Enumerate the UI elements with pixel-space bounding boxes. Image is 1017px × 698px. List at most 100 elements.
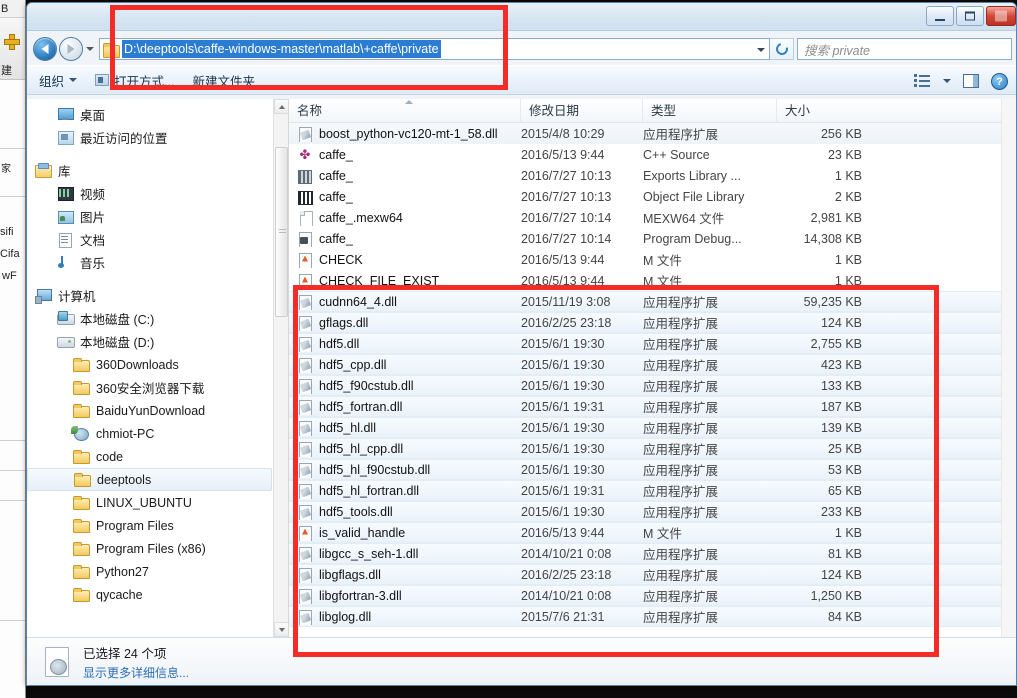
cpp-source-icon: ✤ (299, 146, 311, 162)
column-header-date[interactable]: 修改日期 (521, 99, 643, 123)
table-row[interactable]: libgflags.dll 2016/2/25 23:18 应用程序扩展 124 KB (289, 564, 1016, 585)
dll-icon (297, 567, 313, 583)
organize-button[interactable]: 组织 (39, 71, 78, 90)
table-row[interactable]: libgcc_s_seh-1.dll 2014/10/21 0:08 应用程序扩展 8… (289, 543, 1016, 564)
status-details-link[interactable]: 显示更多详细信息... (83, 664, 189, 681)
drive-icon (57, 334, 75, 349)
forward-button[interactable] (59, 37, 83, 61)
nav-scroll-down-button[interactable] (274, 622, 288, 637)
table-row[interactable]: cudnn64_4.dll 2015/11/19 3:08 应用程序扩展 59,235… (289, 291, 1016, 312)
sidebar-item-本地磁盘 (D:)[interactable]: 本地磁盘 (D:) (27, 330, 288, 353)
address-bar[interactable]: D:\deeptools\caffe-windows-master\matlab… (99, 38, 770, 60)
sidebar-item-chmiot-PC[interactable]: chmiot-PC (27, 422, 288, 445)
sidebar-item-BaiduYunDownload[interactable]: BaiduYunDownload (27, 399, 288, 422)
sidebar-item-文档[interactable]: 文档 (27, 228, 288, 251)
table-row[interactable]: libgfortran-3.dll 2014/10/21 0:08 应用程序扩展 1,… (289, 585, 1016, 606)
column-header-name[interactable]: 名称 (289, 99, 521, 123)
help-icon[interactable]: ? (991, 72, 1008, 90)
file-type: 应用程序扩展 (643, 485, 719, 499)
table-row[interactable]: libglog.dll 2015/7/6 21:31 应用程序扩展 84 KB (289, 606, 1016, 627)
column-header-type[interactable]: 类型 (643, 99, 777, 123)
minimize-icon (935, 19, 945, 21)
file-type: 应用程序扩展 (643, 506, 719, 520)
exports-library-icon (297, 168, 313, 184)
table-row[interactable]: ✤ caffe_ 2016/5/13 9:44 C++ Source 23 KB (289, 144, 1016, 165)
sidebar-item-deeptools[interactable]: deeptools (27, 468, 272, 491)
table-row[interactable]: CHECK_FILE_EXIST 2016/5/13 9:44 M 文件 1 KB (289, 270, 1016, 291)
open-with-button[interactable]: 打开方式... (95, 71, 174, 90)
sidebar-item-计算机[interactable]: 计算机 (27, 284, 288, 307)
preview-pane-icon[interactable] (963, 74, 979, 88)
sidebar-item-Program Files[interactable]: Program Files (27, 514, 288, 537)
history-dropdown-button[interactable] (83, 39, 97, 59)
table-row[interactable]: caffe_ 2016/7/27 10:14 Program Debug... 14,… (289, 228, 1016, 249)
sidebar-item-360安全浏览器下载[interactable]: 360安全浏览器下载 (27, 376, 288, 399)
table-row[interactable]: hdf5.dll 2015/6/1 19:30 应用程序扩展 2,755 KB (289, 333, 1016, 354)
file-name: hdf5_hl.dll (319, 420, 376, 435)
sidebar-item-最近访问的位置[interactable]: 最近访问的位置 (27, 126, 288, 149)
search-box[interactable]: 搜索 private (797, 38, 1012, 60)
view-options-icon[interactable] (914, 74, 931, 88)
sidebar-item-qycache[interactable]: qycache (27, 583, 288, 606)
table-row[interactable]: hdf5_hl.dll 2015/6/1 19:30 应用程序扩展 139 KB (289, 417, 1016, 438)
table-row[interactable]: caffe_.mexw64 2016/7/27 10:14 MEXW64 文件 2,9… (289, 207, 1016, 228)
file-type: 应用程序扩展 (643, 317, 719, 331)
table-row[interactable]: hdf5_cpp.dll 2015/6/1 19:30 应用程序扩展 423 KB (289, 354, 1016, 375)
background-window[interactable]: B 建 家 sifi Cifa wF (0, 0, 26, 698)
sidebar-item-label: Program Files (96, 518, 174, 533)
table-row[interactable]: hdf5_hl_fortran.dll 2015/6/1 19:31 应用程序扩展 6… (289, 480, 1016, 501)
table-row[interactable]: caffe_ 2016/7/27 10:13 Object File Library… (289, 186, 1016, 207)
file-name-cell: libgfortran-3.dll (289, 588, 521, 604)
folder-icon (73, 495, 90, 510)
sidebar-item-本地磁盘 (C:)[interactable]: 本地磁盘 (C:) (27, 307, 288, 330)
dll-icon (297, 546, 313, 562)
table-row[interactable]: boost_python-vc120-mt-1_58.dll 2015/4/8 1… (289, 123, 1016, 144)
table-row[interactable]: hdf5_hl_cpp.dll 2015/6/1 19:30 应用程序扩展 25 KB (289, 438, 1016, 459)
sidebar-item-桌面[interactable]: 桌面 (27, 103, 288, 126)
library-icon (35, 163, 52, 178)
nav-scroll-up-button[interactable] (274, 99, 288, 114)
close-button[interactable] (986, 6, 1016, 26)
address-dropdown-icon[interactable] (753, 39, 769, 59)
back-button[interactable] (33, 37, 57, 61)
file-type: M 文件 (643, 254, 682, 268)
status-bar: 已选择 24 个项 显示更多详细信息... (27, 637, 1016, 685)
table-row[interactable]: hdf5_tools.dll 2015/6/1 19:30 应用程序扩展 233 KB (289, 501, 1016, 522)
bg-divider-3 (0, 440, 25, 441)
table-row[interactable]: is_valid_handle 2016/5/13 9:44 M 文件 1 KB (289, 522, 1016, 543)
bg-fragment-4: Cifa (0, 248, 20, 260)
sidebar-item-音乐[interactable]: 音乐 (27, 251, 288, 274)
refresh-button[interactable] (770, 38, 794, 60)
sidebar-item-图片[interactable]: 图片 (27, 205, 288, 228)
minimize-button[interactable] (926, 6, 954, 26)
table-row[interactable]: CHECK 2016/5/13 9:44 M 文件 1 KB (289, 249, 1016, 270)
title-bar[interactable] (27, 3, 1016, 31)
dll-icon (297, 357, 313, 373)
column-header-size[interactable]: 大小 (777, 99, 872, 123)
sidebar-item-label: 视频 (80, 188, 106, 202)
sidebar-item-Python27[interactable]: Python27 (27, 560, 288, 583)
maximize-button[interactable] (956, 6, 984, 26)
nav-scrollbar[interactable] (273, 99, 288, 637)
file-list-scrollbar[interactable] (1001, 99, 1016, 637)
file-date: 2015/4/8 10:29 (521, 126, 605, 141)
file-date: 2015/6/1 19:30 (521, 504, 605, 519)
sidebar-item-视频[interactable]: 视频 (27, 182, 288, 205)
sidebar-item-库[interactable]: 库 (27, 159, 288, 182)
nav-scroll-thumb[interactable] (275, 147, 288, 317)
video-icon (57, 186, 74, 201)
table-row[interactable]: hdf5_f90cstub.dll 2015/6/1 19:30 应用程序扩展 133… (289, 375, 1016, 396)
file-name-cell: boost_python-vc120-mt-1_58.dll (289, 126, 521, 142)
sidebar-item-360Downloads[interactable]: 360Downloads (27, 353, 288, 376)
table-row[interactable]: hdf5_hl_f90cstub.dll 2015/6/1 19:30 应用程序扩展… (289, 459, 1016, 480)
sidebar-item-code[interactable]: code (27, 445, 288, 468)
table-row[interactable]: caffe_ 2016/7/27 10:13 Exports Library ...… (289, 165, 1016, 186)
view-chevron-down-icon[interactable] (943, 79, 951, 83)
sidebar-item-LINUX_UBUNTU[interactable]: LINUX_UBUNTU (27, 491, 288, 514)
file-type: 应用程序扩展 (643, 128, 719, 142)
sidebar-item-Program Files (x86)[interactable]: Program Files (x86) (27, 537, 288, 560)
new-folder-button[interactable]: 新建文件夹 (192, 71, 255, 90)
table-row[interactable]: gflags.dll 2016/2/25 23:18 应用程序扩展 124 KB (289, 312, 1016, 333)
table-row[interactable]: hdf5_fortran.dll 2015/6/1 19:31 应用程序扩展 187 … (289, 396, 1016, 417)
address-path-text[interactable]: D:\deeptools\caffe-windows-master\matlab… (122, 40, 441, 58)
